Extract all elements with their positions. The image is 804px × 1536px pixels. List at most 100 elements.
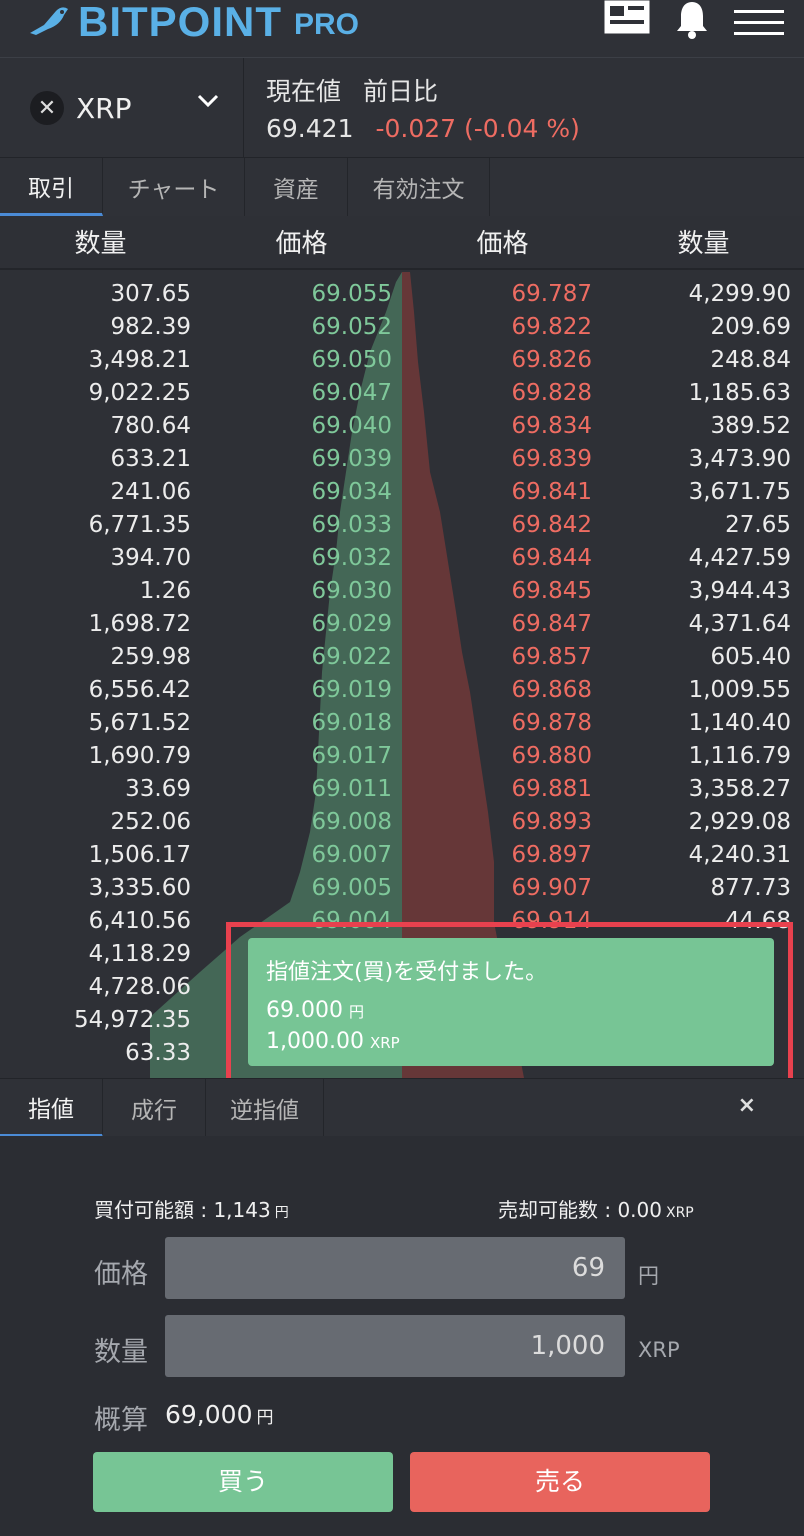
estimate-label: 概算 (94, 1405, 148, 1436)
order-book-row[interactable]: 241.06 69.034 69.841 3,671.75 (0, 476, 804, 509)
ask-quantity: 877.73 (710, 875, 791, 901)
ask-price: 69.857 (511, 644, 592, 670)
order-book-row[interactable]: 1,698.72 69.029 69.847 4,371.64 (0, 608, 804, 641)
toast-price-unit: 円 (348, 1003, 364, 1021)
ask-quantity: 1,140.40 (688, 710, 791, 736)
ask-qty-header: 数量 (677, 229, 730, 259)
tab-assets[interactable]: 資産 (245, 158, 348, 216)
ask-quantity: 389.52 (710, 413, 791, 439)
logo-text: BITPOINT (78, 0, 282, 45)
bid-price: 69.040 (311, 413, 392, 439)
pair-name: XRP (76, 91, 132, 125)
order-book-row[interactable]: 33.69 69.011 69.881 3,358.27 (0, 773, 804, 806)
ask-quantity: 605.40 (710, 644, 791, 670)
close-icon[interactable]: × (738, 1093, 756, 1118)
order-book-row[interactable]: 6,771.35 69.033 69.842 27.65 (0, 509, 804, 542)
bid-price: 69.047 (311, 380, 392, 406)
order-book-row[interactable]: 259.98 69.022 69.857 605.40 (0, 641, 804, 674)
bid-quantity: 307.65 (110, 281, 191, 307)
order-book-header: 数量 価格 価格 数量 (0, 216, 804, 270)
order-book-row[interactable]: 5,671.52 69.018 69.878 1,140.40 (0, 707, 804, 740)
bid-price: 69.030 (311, 578, 392, 604)
bid-quantity: 54,972.35 (73, 1007, 191, 1033)
sell-available-label: 売却可能数 : 0.00 (498, 1198, 662, 1222)
bell-icon[interactable] (674, 0, 710, 40)
bid-quantity: 259.98 (110, 644, 191, 670)
bid-quantity: 6,771.35 (88, 512, 191, 538)
ask-quantity: 2,929.08 (688, 809, 791, 835)
order-book-row[interactable]: 307.65 69.055 69.787 4,299.90 (0, 278, 804, 311)
bid-price: 69.008 (311, 809, 392, 835)
ask-price: 69.881 (511, 776, 592, 802)
ask-price-header: 価格 (476, 229, 529, 259)
ask-quantity: 3,358.27 (688, 776, 791, 802)
tab-limit[interactable]: 指値 (0, 1079, 103, 1137)
logo[interactable]: BITPOINT PRO (26, 0, 359, 46)
order-book-row[interactable]: 6,556.42 69.019 69.868 1,009.55 (0, 674, 804, 707)
ask-quantity: 209.69 (710, 314, 791, 340)
buy-button[interactable]: 買う (93, 1452, 393, 1512)
bid-quantity: 5,671.52 (88, 710, 191, 736)
ask-price: 69.822 (511, 314, 592, 340)
pair-selector[interactable]: ✕ XRP (0, 58, 244, 158)
bird-logo-icon (30, 7, 68, 35)
price-unit: 円 (638, 1264, 659, 1288)
bid-price: 69.055 (311, 281, 392, 307)
order-book-row[interactable]: 982.39 69.052 69.822 209.69 (0, 311, 804, 344)
price-input[interactable]: 69 (165, 1237, 625, 1299)
ask-price: 69.826 (511, 347, 592, 373)
buy-available: 買付可能額 : 1,143 円 (94, 1194, 289, 1223)
bid-price: 69.032 (311, 545, 392, 571)
bid-price: 69.019 (311, 677, 392, 703)
tab-stop[interactable]: 逆指値 (206, 1079, 324, 1137)
toast-amount: 1,000.00 (266, 1029, 364, 1054)
order-book-row[interactable]: 1.26 69.030 69.845 3,944.43 (0, 575, 804, 608)
order-book-row[interactable]: 780.64 69.040 69.834 389.52 (0, 410, 804, 443)
ask-quantity: 248.84 (710, 347, 791, 373)
bid-price: 69.039 (311, 446, 392, 472)
estimate: 69,000 円 (165, 1400, 273, 1429)
order-book-row[interactable]: 1,506.17 69.007 69.897 4,240.31 (0, 839, 804, 872)
order-toast[interactable]: 指値注文(買)を受付ました。 69.000 円 1,000.00 XRP (248, 938, 774, 1066)
bid-price-header: 価格 (275, 229, 328, 259)
buy-available-unit: 円 (274, 1205, 289, 1221)
bid-price: 69.050 (311, 347, 392, 373)
ask-price: 69.834 (511, 413, 592, 439)
order-book-row[interactable]: 3,498.21 69.050 69.826 248.84 (0, 344, 804, 377)
layout-icon[interactable] (604, 0, 650, 36)
tab-market[interactable]: 成行 (103, 1079, 206, 1137)
menu-icon[interactable] (734, 8, 784, 38)
bid-quantity: 6,556.42 (88, 677, 191, 703)
bid-quantity: 4,118.29 (88, 941, 191, 967)
ask-quantity: 3,671.75 (688, 479, 791, 505)
order-book-row[interactable]: 3,335.60 69.005 69.907 877.73 (0, 872, 804, 905)
bid-quantity: 252.06 (110, 809, 191, 835)
order-book-row[interactable]: 252.06 69.008 69.893 2,929.08 (0, 806, 804, 839)
ask-price: 69.845 (511, 578, 592, 604)
current-price: 69.421 (266, 114, 354, 143)
order-book-row[interactable]: 9,022.25 69.047 69.828 1,185.63 (0, 377, 804, 410)
bid-quantity: 33.69 (125, 776, 191, 802)
order-book-row[interactable]: 633.21 69.039 69.839 3,473.90 (0, 443, 804, 476)
order-book-row[interactable]: 1,690.79 69.017 69.880 1,116.79 (0, 740, 804, 773)
tab-trade[interactable]: 取引 (0, 158, 103, 216)
bid-price: 69.018 (311, 710, 392, 736)
bid-quantity: 3,335.60 (88, 875, 191, 901)
sell-available: 売却可能数 : 0.00 XRP (498, 1194, 694, 1223)
ask-price: 69.847 (511, 611, 592, 637)
toast-amount-unit: XRP (369, 1034, 400, 1052)
chevron-down-icon (197, 94, 219, 108)
bid-price: 69.052 (311, 314, 392, 340)
tab-chart[interactable]: チャート (103, 158, 245, 216)
sell-button[interactable]: 売る (410, 1452, 710, 1512)
quantity-input[interactable]: 1,000 (165, 1315, 625, 1377)
order-type-tabs: 指値 成行 逆指値 × (0, 1078, 804, 1137)
ask-price: 69.839 (511, 446, 592, 472)
order-book-row[interactable]: 394.70 69.032 69.844 4,427.59 (0, 542, 804, 575)
buy-available-label: 買付可能額 : 1,143 (94, 1198, 271, 1222)
bid-quantity: 394.70 (110, 545, 191, 571)
ask-quantity: 4,371.64 (688, 611, 791, 637)
tab-open-orders[interactable]: 有効注文 (348, 158, 490, 216)
ask-price: 69.828 (511, 380, 592, 406)
toast-price: 69.000 (266, 998, 343, 1023)
